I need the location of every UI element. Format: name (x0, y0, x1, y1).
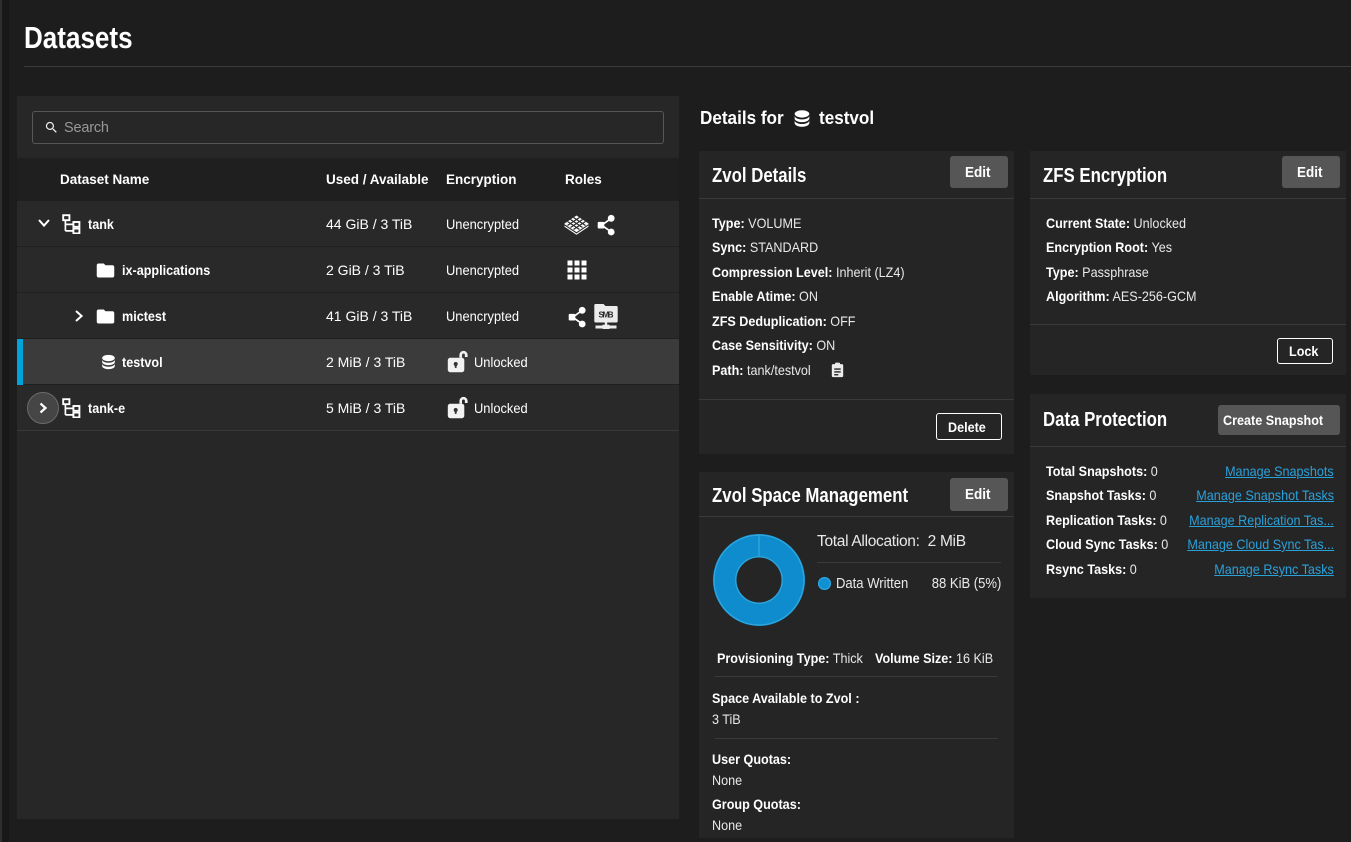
svg-text:SMB: SMB (599, 311, 614, 320)
